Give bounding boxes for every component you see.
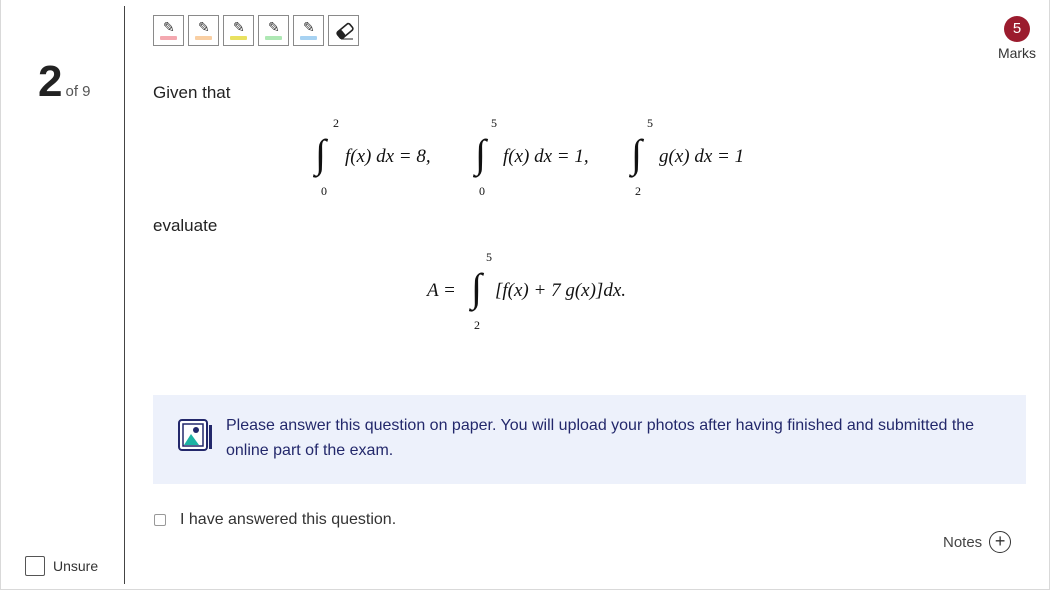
integral-2-lower: 0: [479, 184, 485, 198]
swatch-yellow: [230, 36, 247, 40]
notes-label: Notes: [943, 533, 983, 551]
answered-checkbox-box[interactable]: [154, 514, 166, 526]
pencil-icon: ✎: [233, 19, 245, 35]
notes-button[interactable]: Notes +: [943, 531, 1012, 553]
pencil-icon: ✎: [268, 19, 280, 35]
integral-3-lower: 2: [635, 184, 641, 198]
notice-text: Please answer this question on paper. Yo…: [226, 417, 975, 459]
marks-label: Marks: [997, 45, 1037, 61]
highlighter-green-button[interactable]: ✎: [258, 15, 289, 46]
highlighter-red-button[interactable]: ✎: [153, 15, 184, 46]
integral-sign: ∫: [475, 131, 486, 176]
answered-checkbox[interactable]: I have answered this question.: [154, 511, 396, 529]
swatch-red: [160, 36, 177, 40]
pencil-icon: ✎: [163, 19, 175, 35]
integral-2: 5 ∫ 0 f(x) dx = 1,: [475, 116, 625, 202]
unsure-checkbox-box[interactable]: [25, 556, 45, 576]
integral-1-expr: f(x) dx = 8,: [345, 146, 431, 167]
question-number: 2 of 9: [38, 57, 91, 107]
answered-label: I have answered this question.: [180, 511, 397, 528]
integral-3-expr: g(x) dx = 1: [659, 146, 745, 167]
marks-badge: 5: [1004, 16, 1030, 42]
question-card: 2 of 9 Unsure ✎ ✎ ✎ ✎ ✎ 5 Marks Given th…: [0, 0, 1050, 590]
pencil-icon: ✎: [303, 19, 315, 35]
target-integral: A = 5 ∫ 2 [f(x) + 7 g(x)]dx.: [427, 250, 687, 336]
question-count: of 9: [65, 83, 91, 100]
highlighter-yellow-button[interactable]: ✎: [223, 15, 254, 46]
evaluate-label: evaluate: [153, 216, 218, 235]
column-divider: [124, 6, 125, 584]
paper-answer-notice: Please answer this question on paper. Yo…: [153, 395, 1026, 484]
target-lower: 2: [474, 318, 480, 332]
swatch-green: [265, 36, 282, 40]
integral-3: 5 ∫ 2 g(x) dx = 1: [631, 116, 781, 202]
swatch-orange: [195, 36, 212, 40]
given-label: Given that: [153, 83, 231, 102]
unsure-checkbox[interactable]: Unsure: [25, 556, 98, 576]
integral-2-expr: f(x) dx = 1,: [503, 146, 589, 167]
marks-indicator: 5 Marks: [997, 16, 1037, 61]
highlighter-orange-button[interactable]: ✎: [188, 15, 219, 46]
target-upper: 5: [486, 250, 492, 264]
integral-1-upper: 2: [333, 116, 339, 130]
target-expr: [f(x) + 7 g(x)]dx.: [495, 280, 626, 301]
integral-sign: ∫: [631, 131, 642, 176]
photo-upload-icon: [178, 419, 212, 451]
integral-sign: ∫: [471, 265, 482, 310]
pencil-icon: ✎: [198, 19, 210, 35]
integral-sign: ∫: [315, 131, 326, 176]
swatch-blue: [300, 36, 317, 40]
integral-3-upper: 5: [647, 116, 653, 130]
eraser-icon: [336, 22, 354, 40]
integral-2-upper: 5: [491, 116, 497, 130]
integral-1-lower: 0: [321, 184, 327, 198]
unsure-label: Unsure: [53, 558, 99, 574]
integral-1: 2 ∫ 0 f(x) dx = 8,: [315, 116, 475, 202]
highlight-toolbar: ✎ ✎ ✎ ✎ ✎: [153, 15, 359, 46]
eraser-button[interactable]: [328, 15, 359, 46]
highlighter-blue-button[interactable]: ✎: [293, 15, 324, 46]
question-number-value: 2: [38, 57, 63, 106]
target-lhs: A =: [427, 280, 456, 301]
plus-circle-icon[interactable]: +: [989, 531, 1012, 553]
